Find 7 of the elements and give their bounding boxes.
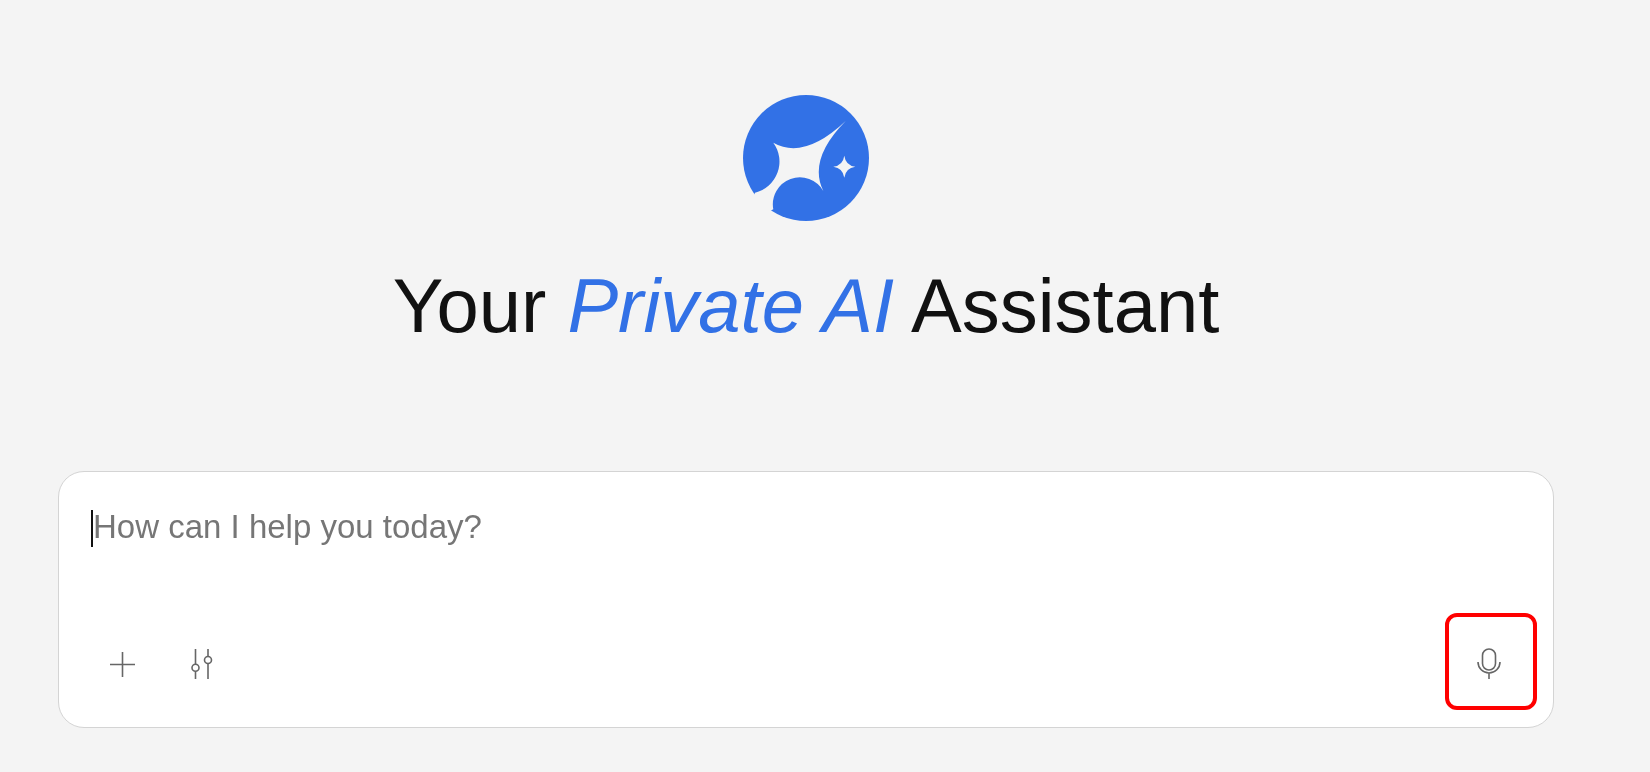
chat-input-box[interactable]: How can I help you today? (58, 471, 1554, 728)
plus-icon (109, 651, 135, 677)
sparkle-logo-icon (743, 95, 869, 221)
message-input[interactable]: How can I help you today? (93, 507, 1519, 640)
microphone-icon (1477, 648, 1501, 680)
sliders-icon (191, 649, 213, 679)
heading: Your Private AI Assistant (392, 268, 1220, 344)
